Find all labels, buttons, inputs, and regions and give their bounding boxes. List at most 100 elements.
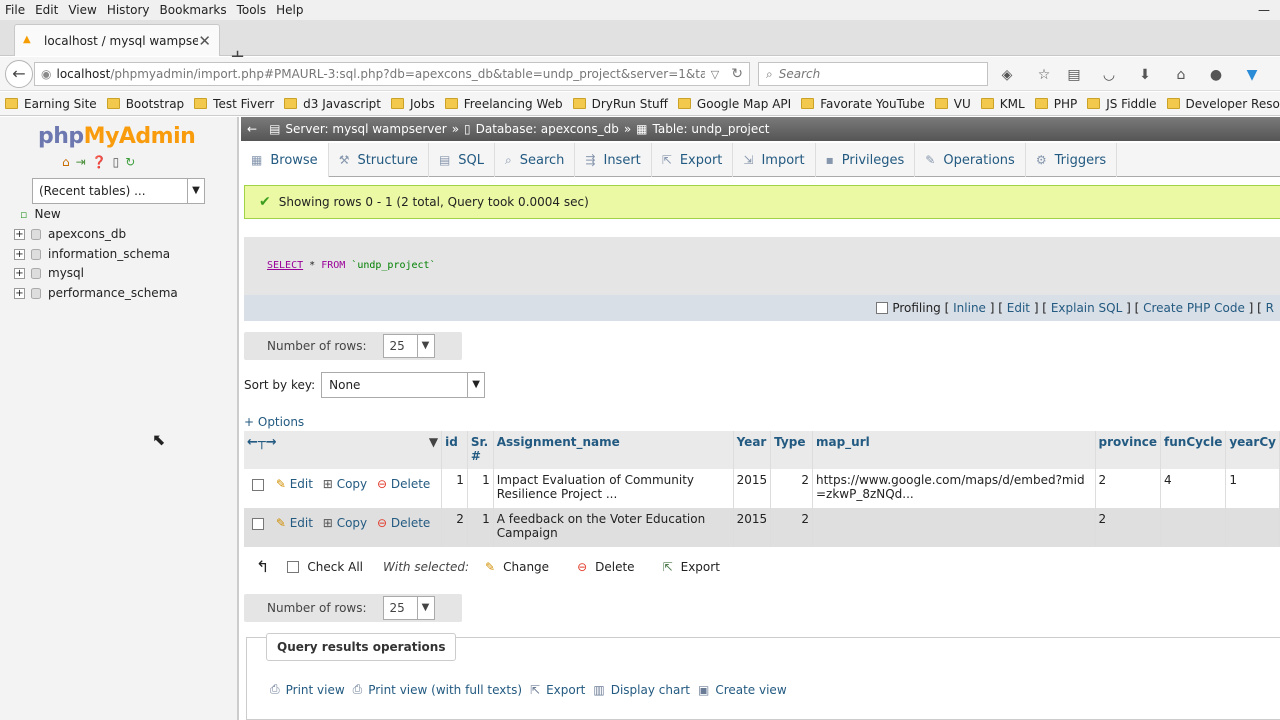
bookmark-item[interactable]: PHP bbox=[1034, 97, 1077, 111]
column-header-map-url[interactable]: map_url bbox=[812, 431, 1096, 469]
edit-link[interactable]: Edit bbox=[1007, 301, 1030, 315]
minimize-icon[interactable]: — bbox=[1253, 0, 1280, 20]
tab-search[interactable]: ⌕ Search bbox=[495, 143, 576, 177]
reload-icon[interactable]: ↻ bbox=[125, 155, 135, 169]
column-header-sr[interactable]: Sr. # bbox=[467, 431, 494, 469]
bookmark-item[interactable]: Developer Resource bbox=[1166, 97, 1280, 111]
print-view-full-link[interactable]: ⎙ Print view (with full texts) bbox=[353, 682, 522, 697]
display-chart-link[interactable]: ▥ Display chart bbox=[593, 682, 690, 697]
cell-year[interactable]: 2015 bbox=[733, 508, 772, 547]
export-link[interactable]: ⇱ Export bbox=[530, 682, 585, 697]
check-all-checkbox[interactable] bbox=[287, 560, 300, 573]
pma-logo[interactable]: phpMyAdmin bbox=[38, 124, 196, 149]
tree-db-apexcons[interactable]: + apexcons_db bbox=[14, 227, 126, 241]
delete-link[interactable]: Delete bbox=[391, 516, 430, 530]
create-view-link[interactable]: ▣ Create view bbox=[698, 682, 787, 697]
logout-icon[interactable]: ⇥ bbox=[76, 155, 86, 169]
pocket-icon[interactable]: ◡ bbox=[1100, 67, 1118, 83]
column-header-assignment-name[interactable]: Assignment_name bbox=[493, 431, 734, 469]
cell-yearcy[interactable]: 1 bbox=[1225, 469, 1280, 508]
shield-icon[interactable]: ▼ bbox=[1243, 67, 1261, 83]
addon-icon[interactable]: ◈ bbox=[998, 67, 1016, 83]
dropdown-icon[interactable]: ▽ bbox=[711, 68, 719, 81]
column-toggle-header[interactable]: ←┬→ ▼ bbox=[244, 431, 443, 469]
home-icon[interactable]: ⌂ bbox=[62, 155, 70, 169]
copy-link[interactable]: Copy bbox=[337, 516, 367, 530]
tab-insert[interactable]: ⇶ Insert bbox=[575, 143, 652, 177]
row-checkbox[interactable] bbox=[252, 517, 264, 530]
cell-sr[interactable]: 1 bbox=[467, 508, 494, 547]
cell-assignment-name[interactable]: A feedback on the Voter Education Campai… bbox=[493, 508, 734, 547]
row-checkbox[interactable] bbox=[252, 478, 264, 491]
tab-operations[interactable]: ✎ Operations bbox=[915, 143, 1026, 177]
cell-id[interactable]: 1 bbox=[441, 469, 468, 508]
expand-icon[interactable]: + bbox=[14, 228, 25, 240]
tab-import[interactable]: ⇲ Import bbox=[733, 143, 816, 177]
reload-icon[interactable]: ↻ bbox=[731, 66, 743, 82]
bookmark-item[interactable]: Earning Site bbox=[5, 97, 97, 111]
tab-structure[interactable]: ⚒ Structure bbox=[329, 143, 429, 177]
bookmark-item[interactable]: JS Fiddle bbox=[1087, 97, 1157, 111]
bookmark-item[interactable]: Bootstrap bbox=[106, 97, 184, 111]
home-icon[interactable]: ⌂ bbox=[1172, 67, 1190, 83]
bookmark-star-icon[interactable]: ☆ bbox=[1035, 67, 1053, 83]
copy-link[interactable]: Copy bbox=[337, 477, 367, 491]
expand-icon[interactable]: + bbox=[14, 267, 25, 279]
menu-file[interactable]: File bbox=[0, 0, 30, 20]
cell-type[interactable]: 2 bbox=[770, 508, 813, 547]
cell-province[interactable]: 2 bbox=[1095, 508, 1162, 547]
cell-province[interactable]: 2 bbox=[1095, 469, 1162, 508]
inline-link[interactable]: Inline bbox=[953, 301, 986, 315]
tab-sql[interactable]: ▤ SQL bbox=[429, 143, 496, 177]
search-input[interactable]: ⌕ Search bbox=[758, 62, 988, 86]
bookmark-item[interactable]: d3 Javascript bbox=[284, 97, 381, 111]
menu-tools[interactable]: Tools bbox=[232, 0, 272, 20]
edit-link[interactable]: Edit bbox=[290, 516, 313, 530]
bookmark-item[interactable]: Google Map API bbox=[677, 97, 791, 111]
tree-db-performance-schema[interactable]: + performance_schema bbox=[14, 286, 178, 300]
tree-db-mysql[interactable]: + mysql bbox=[14, 266, 84, 280]
options-link[interactable]: + Options bbox=[244, 415, 304, 429]
menu-bookmarks[interactable]: Bookmarks bbox=[155, 0, 232, 20]
sort-triangle-icon[interactable]: ▼ bbox=[429, 435, 438, 449]
recent-tables-select[interactable]: (Recent tables) ... ▼ bbox=[32, 178, 205, 204]
column-header-type[interactable]: Type bbox=[770, 431, 813, 469]
resize-arrows-icon[interactable]: ←┬→ bbox=[247, 435, 277, 450]
bookmark-item[interactable]: Jobs bbox=[390, 97, 435, 111]
reading-list-icon[interactable]: ▤ bbox=[1065, 67, 1083, 83]
print-view-link[interactable]: ⎙ Print view bbox=[270, 682, 345, 697]
sql-query-text[interactable]: SELECT * FROM `undp_project` bbox=[267, 260, 436, 271]
rows-select[interactable]: 25 ▼ bbox=[382, 596, 435, 620]
bookmark-item[interactable]: DryRun Stuff bbox=[572, 97, 668, 111]
expand-icon[interactable]: + bbox=[14, 287, 25, 299]
tab-triggers[interactable]: ⚙ Triggers bbox=[1026, 143, 1118, 177]
change-button[interactable]: ✎ Change bbox=[485, 560, 549, 574]
delete-link[interactable]: Delete bbox=[391, 477, 430, 491]
breadcrumb-database[interactable]: Database: apexcons_db bbox=[476, 122, 619, 136]
menu-history[interactable]: History bbox=[102, 0, 155, 20]
chat-icon[interactable]: ● bbox=[1207, 67, 1225, 83]
rows-select[interactable]: 25 ▼ bbox=[382, 334, 435, 358]
bookmark-item[interactable]: KML bbox=[980, 97, 1025, 111]
breadcrumb-server[interactable]: Server: mysql wampserver bbox=[285, 122, 446, 136]
cell-type[interactable]: 2 bbox=[770, 469, 813, 508]
sort-key-select[interactable]: None ▼ bbox=[321, 372, 486, 398]
breadcrumb-table[interactable]: Table: undp_project bbox=[653, 122, 770, 136]
cell-yearcy[interactable] bbox=[1225, 508, 1280, 547]
column-header-province[interactable]: province bbox=[1095, 431, 1162, 469]
tab-export[interactable]: ⇱ Export bbox=[652, 143, 734, 177]
bookmark-item[interactable]: Test Fiverr bbox=[194, 97, 274, 111]
profiling-checkbox[interactable] bbox=[876, 302, 889, 314]
menu-view[interactable]: View bbox=[63, 0, 101, 20]
column-header-year[interactable]: Year bbox=[733, 431, 772, 469]
check-all-label[interactable]: Check All bbox=[307, 560, 363, 574]
help-icon[interactable]: ❓ bbox=[92, 155, 107, 169]
expand-icon[interactable]: + bbox=[14, 248, 25, 260]
refresh-link[interactable]: R bbox=[1266, 301, 1274, 315]
explain-sql-link[interactable]: Explain SQL bbox=[1051, 301, 1123, 315]
collapse-icon[interactable]: ← bbox=[247, 122, 257, 136]
cell-year[interactable]: 2015 bbox=[733, 469, 772, 508]
cell-id[interactable]: 2 bbox=[441, 508, 468, 547]
cell-map-url[interactable]: https://www.google.com/maps/d/embed?mid=… bbox=[812, 469, 1096, 508]
menu-help[interactable]: Help bbox=[271, 0, 308, 20]
